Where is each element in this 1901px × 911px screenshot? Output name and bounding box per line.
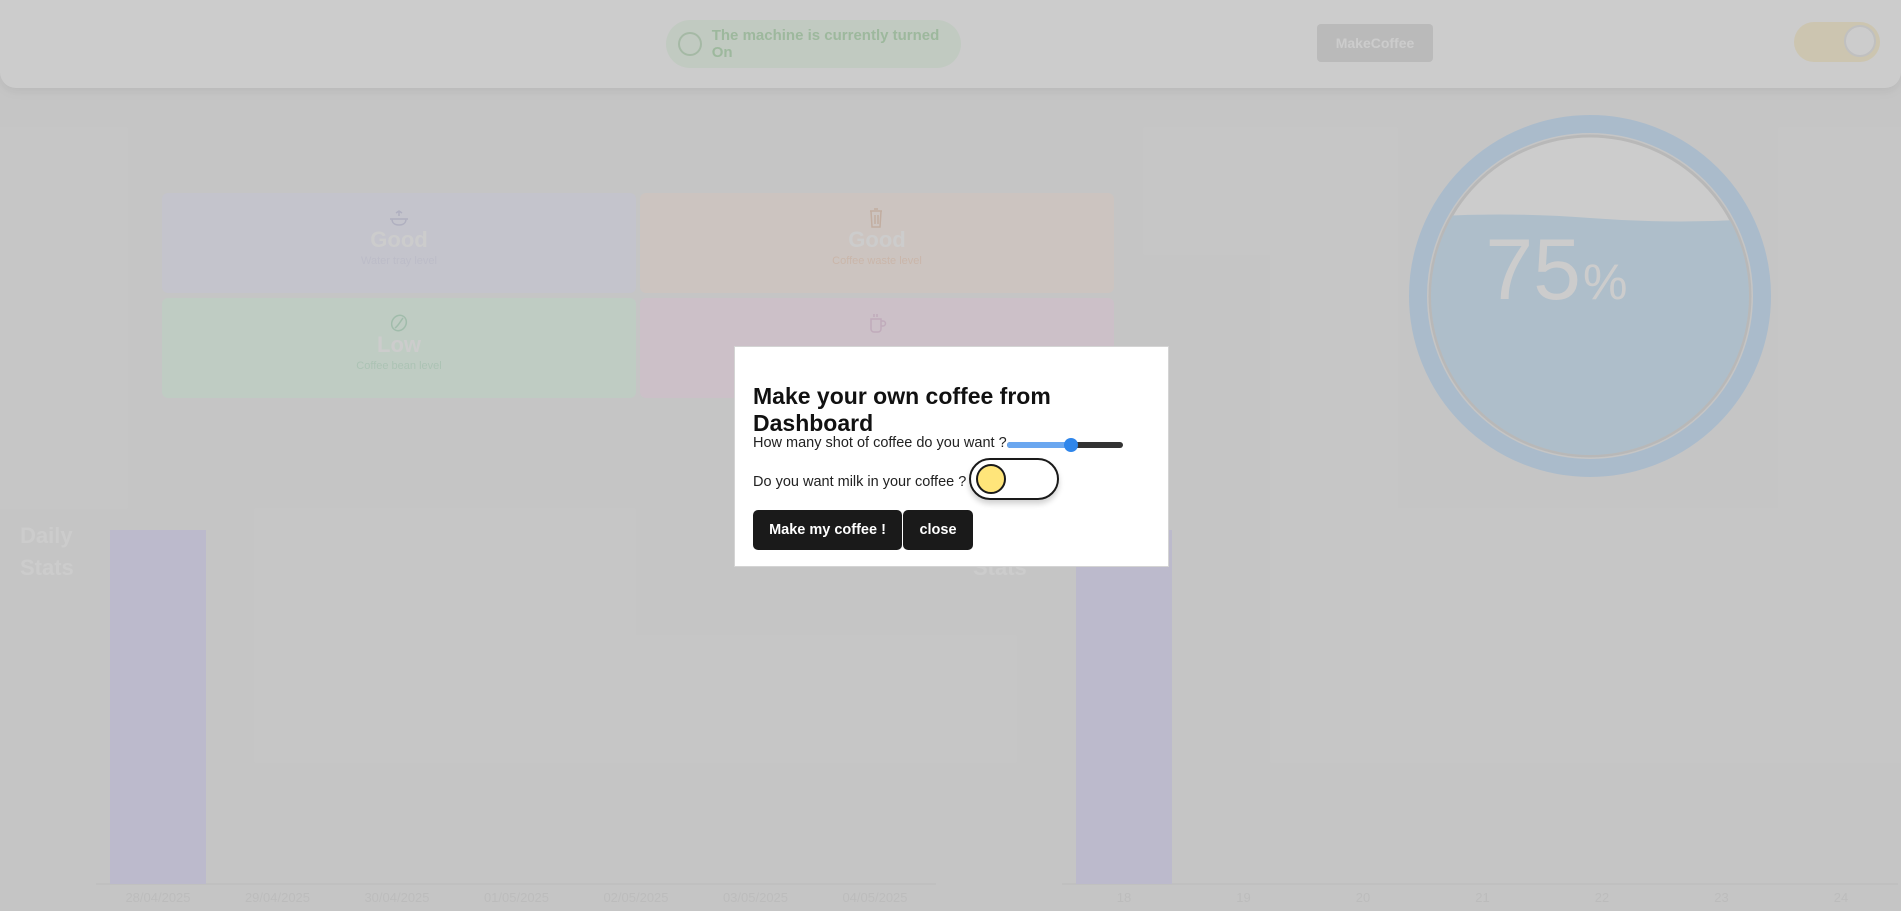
dashboard-page: Coffee Machine DashBoard The machine is … [0,0,1901,911]
make-coffee-dialog: Make your own coffee from Dashboard How … [734,346,1169,567]
shots-slider-thumb[interactable] [1063,438,1078,452]
milk-toggle-knob [976,464,1006,494]
close-button[interactable]: close [903,510,973,550]
milk-question-label: Do you want milk in your coffee ? [753,474,967,490]
milk-toggle[interactable] [969,458,1059,500]
shots-question-label: How many shot of coffee do you want ? [753,435,1007,451]
make-my-coffee-button[interactable]: Make my coffee ! [753,510,902,550]
shots-slider[interactable] [1007,438,1123,452]
dialog-title: Make your own coffee from Dashboard [753,383,1051,436]
shots-slider-fill [1007,442,1071,448]
